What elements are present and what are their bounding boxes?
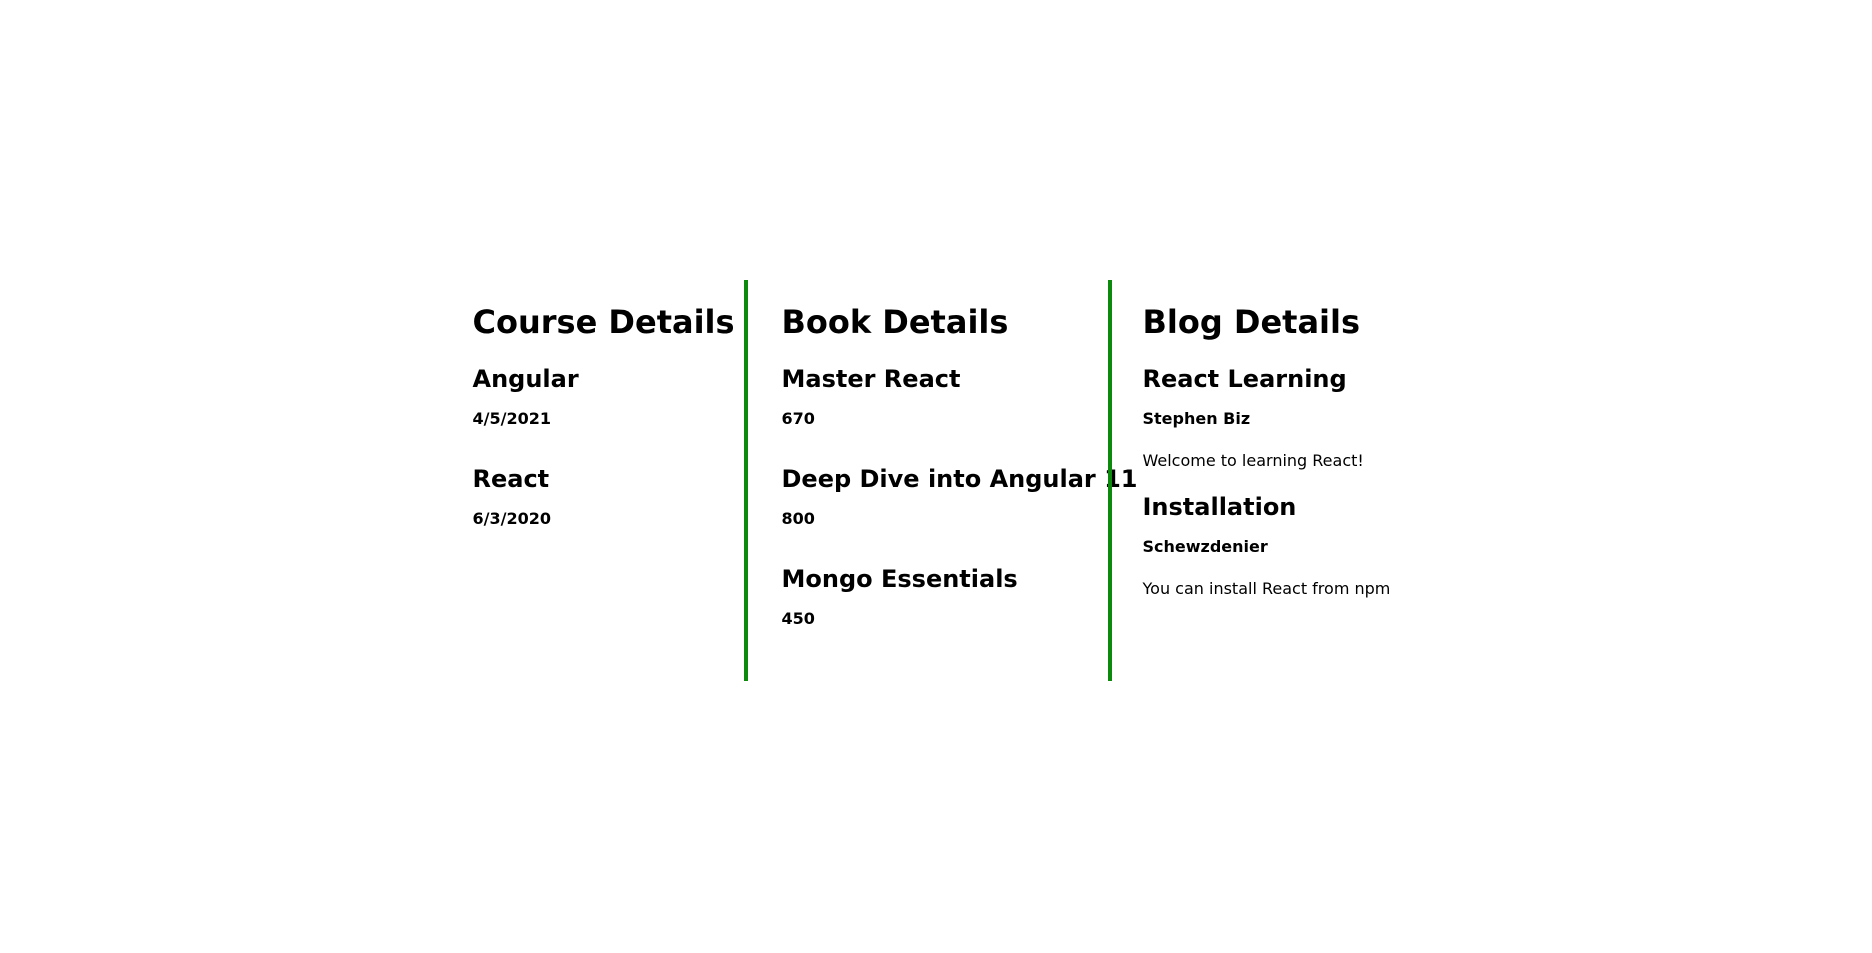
- blog-details-heading: Blog Details: [1142, 303, 1361, 341]
- course-details-heading: Course Details: [472, 303, 735, 341]
- details-container: Course Details Angular 4/5/2021 React 6/…: [0, 280, 1872, 681]
- book-name: Deep Dive into Angular 11: [781, 465, 1138, 493]
- book-price: 450: [781, 609, 815, 628]
- blog-content: You can install React from npm: [1142, 579, 1391, 598]
- blog-author: Stephen Biz: [1142, 409, 1251, 428]
- course-item: Angular 4/5/2021: [473, 362, 744, 430]
- blog-author: Schewzdenier: [1142, 537, 1268, 556]
- book-details-heading: Book Details: [781, 303, 1009, 341]
- course-details-panel: Course Details Angular 4/5/2021 React 6/…: [473, 280, 744, 681]
- course-name: Angular: [472, 365, 579, 393]
- course-name: React: [472, 465, 550, 493]
- book-name: Master React: [781, 365, 961, 393]
- book-item: Master React 670: [782, 362, 1108, 430]
- blog-details-panel: Blog Details React Learning Stephen Biz …: [1107, 280, 1408, 681]
- course-date: 4/5/2021: [472, 409, 551, 428]
- book-details-panel: Book Details Master React 670 Deep Dive …: [743, 280, 1138, 681]
- book-item: Deep Dive into Angular 11 800: [781, 462, 1138, 530]
- book-price: 800: [781, 509, 815, 528]
- course-item: React 6/3/2020: [473, 462, 744, 530]
- blog-item: Installation Schewzdenier You can instal…: [1143, 490, 1408, 600]
- book-item: Mongo Essentials 450: [782, 562, 1108, 630]
- blog-content: Welcome to learning React!: [1142, 451, 1364, 470]
- blog-item: React Learning Stephen Biz Welcome to le…: [1143, 362, 1408, 472]
- blog-title: React Learning: [1142, 365, 1347, 393]
- blog-title: Installation: [1142, 493, 1297, 521]
- course-date: 6/3/2020: [472, 509, 551, 528]
- book-name: Mongo Essentials: [781, 565, 1018, 593]
- book-price: 670: [781, 409, 815, 428]
